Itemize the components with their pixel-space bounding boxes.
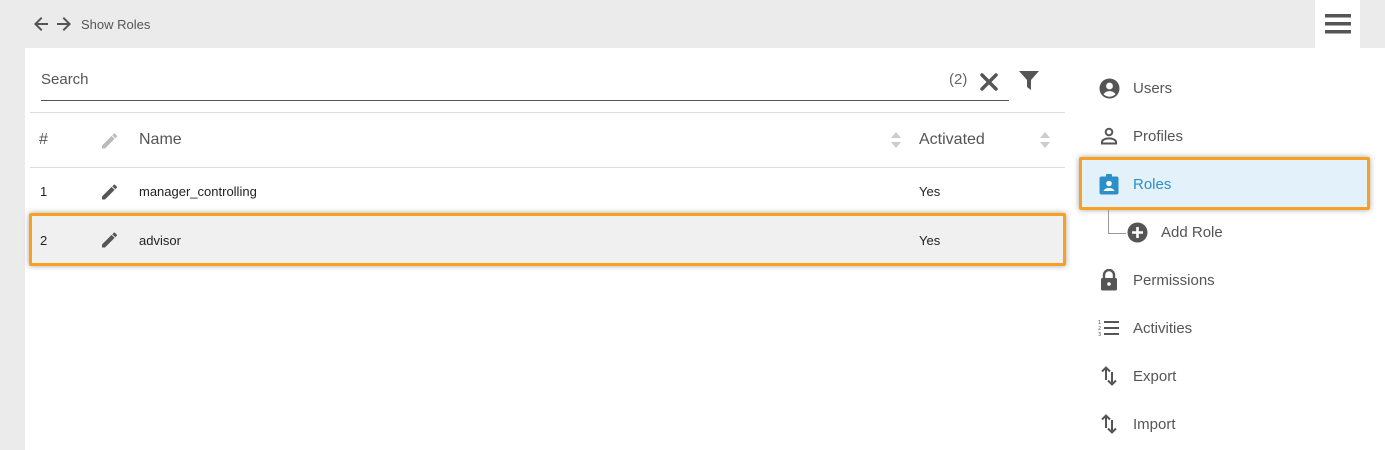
person-outline-icon xyxy=(1098,125,1120,147)
table-row[interactable]: 1 manager_controlling Yes xyxy=(30,167,1065,215)
sidebar-item-label: Profiles xyxy=(1133,127,1184,145)
hamburger-menu-button[interactable] xyxy=(1315,0,1360,48)
sidebar-item-activities[interactable]: 123 Activities xyxy=(1098,316,1192,340)
sidebar-item-label: Users xyxy=(1133,79,1173,97)
sidebar-item-users[interactable]: Users xyxy=(1098,76,1172,100)
search-field: (2) xyxy=(41,58,1009,101)
lock-icon xyxy=(1098,269,1120,291)
sidebar-item-label: Activities xyxy=(1133,319,1193,337)
account-circle-icon xyxy=(1098,77,1120,99)
sidebar-item-import[interactable]: Import xyxy=(1098,412,1176,436)
sidebar-item-profiles[interactable]: Profiles xyxy=(1098,124,1183,148)
add-circle-icon xyxy=(1126,221,1148,243)
forward-arrow-icon[interactable] xyxy=(56,15,72,33)
back-arrow-icon[interactable] xyxy=(33,15,49,33)
sidebar-item-label: Import xyxy=(1133,415,1176,433)
sidebar-item-label: Add Role xyxy=(1161,223,1223,241)
column-header-activated[interactable]: Activated xyxy=(919,131,985,149)
divider xyxy=(30,112,1065,113)
tree-connector xyxy=(1108,210,1126,234)
left-gutter xyxy=(0,48,25,450)
sidebar-item-add-role[interactable]: Add Role xyxy=(1126,220,1223,244)
sidebar-item-label: Permissions xyxy=(1133,271,1215,289)
row-highlight-frame xyxy=(29,213,1066,266)
row-index: 1 xyxy=(40,184,48,199)
row-activated: Yes xyxy=(919,184,941,199)
breadcrumb: Show Roles xyxy=(81,17,151,32)
sidebar-item-export[interactable]: Export xyxy=(1098,364,1176,388)
sidebar-item-permissions[interactable]: Permissions xyxy=(1098,268,1215,292)
edit-column-pencil-icon xyxy=(100,130,120,150)
sort-name-icon[interactable] xyxy=(891,131,901,149)
swap-vertical-icon xyxy=(1098,365,1120,387)
sidebar-item-label: Export xyxy=(1133,367,1177,385)
search-input[interactable] xyxy=(41,64,921,94)
numbered-list-icon: 123 xyxy=(1098,317,1120,339)
swap-vertical-icon xyxy=(1098,413,1120,435)
menu-icon xyxy=(1324,14,1351,34)
svg-text:3: 3 xyxy=(1098,332,1101,337)
result-count: (2) xyxy=(949,71,968,88)
filter-icon[interactable] xyxy=(1018,70,1040,90)
column-header-index: # xyxy=(39,131,48,148)
sidebar-highlight-frame xyxy=(1079,157,1370,210)
edit-pencil-icon[interactable] xyxy=(100,181,120,201)
row-name: manager_controlling xyxy=(139,184,257,199)
top-bar xyxy=(0,0,1385,48)
sort-activated-icon[interactable] xyxy=(1040,131,1050,149)
column-header-name[interactable]: Name xyxy=(139,131,182,149)
clear-search-icon[interactable] xyxy=(979,72,999,92)
